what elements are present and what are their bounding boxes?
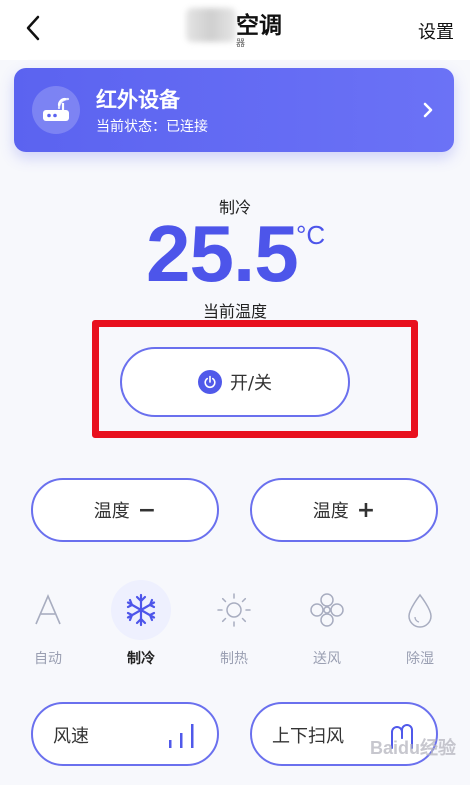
mode-auto[interactable]: 自动 <box>18 580 78 668</box>
device-status: 当前状态：已连接 <box>96 119 208 135</box>
router-icon <box>32 86 80 134</box>
minus-icon: − <box>137 497 157 523</box>
page-title: 空调 <box>236 13 282 39</box>
mode-label: 制冷 <box>127 651 155 667</box>
mode-label: 制热 <box>220 651 248 667</box>
power-icon <box>197 370 222 394</box>
temperature-unit: °C <box>296 220 326 250</box>
mode-label: 自动 <box>34 651 62 667</box>
settings-button[interactable]: 设置 <box>418 18 454 44</box>
watermark: Baidu经验 <box>369 738 456 758</box>
auto-icon <box>18 580 78 640</box>
swing-label: 上下扫风 <box>272 726 344 747</box>
power-label: 开/关 <box>229 373 273 394</box>
app-header: 空调 器 设置 <box>0 0 470 60</box>
mode-cool[interactable]: 制冷 <box>111 580 171 668</box>
blurred-title-prefix <box>186 8 236 42</box>
temperature-increase-button[interactable]: 温度 + <box>250 478 438 542</box>
temperature-decrease-button[interactable]: 温度 − <box>31 478 219 542</box>
device-name: 红外设备 <box>96 88 180 112</box>
fan-icon <box>297 580 357 640</box>
temperature-caption: 当前温度 <box>202 302 267 321</box>
chevron-left-icon <box>26 15 40 41</box>
fan-speed-button[interactable]: 风速 <box>31 702 219 766</box>
fan-speed-label: 风速 <box>53 726 89 747</box>
device-card[interactable]: 红外设备 当前状态：已连接 <box>14 68 454 152</box>
mode-fan[interactable]: 送风 <box>297 580 357 668</box>
plus-icon: + <box>356 497 376 523</box>
back-button[interactable] <box>18 10 48 46</box>
temp-plus-label: 温度 <box>312 501 349 522</box>
mode-heat[interactable]: 制热 <box>204 580 264 668</box>
snowflake-icon <box>111 580 171 640</box>
droplet-icon <box>390 580 450 640</box>
power-button[interactable]: 开/关 <box>120 347 350 417</box>
mode-label: 除湿 <box>406 651 434 667</box>
chevron-right-icon <box>416 96 440 124</box>
mode-label: 送风 <box>313 651 341 667</box>
signal-bars-icon <box>165 718 199 754</box>
temperature-value: 25.5 <box>146 209 299 298</box>
sun-icon <box>204 580 264 640</box>
mode-dry[interactable]: 除湿 <box>390 580 450 668</box>
page-subtitle: 器 <box>236 39 246 49</box>
temp-minus-label: 温度 <box>93 501 130 522</box>
